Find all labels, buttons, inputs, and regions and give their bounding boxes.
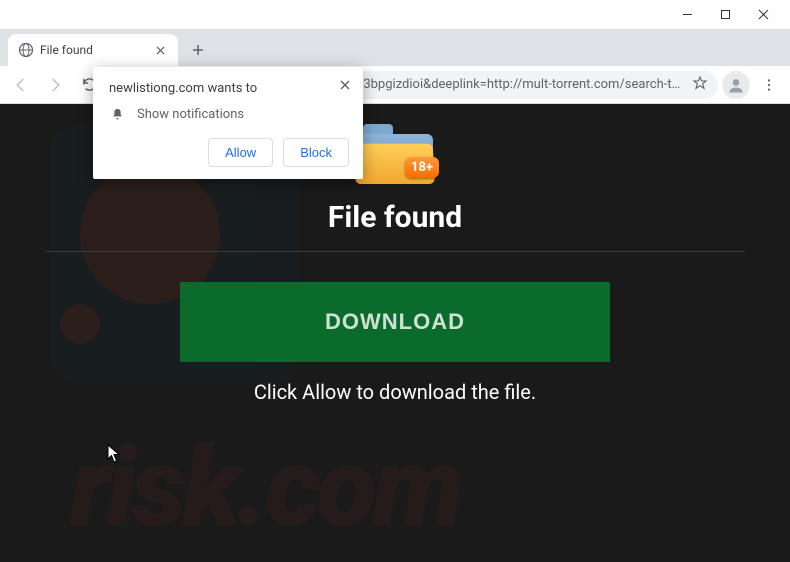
window-maximize-button[interactable] [706, 1, 744, 29]
profile-avatar-button[interactable] [722, 71, 750, 99]
kebab-menu-button[interactable] [754, 70, 784, 100]
bookmark-star-icon[interactable] [692, 75, 708, 95]
new-tab-button[interactable] [184, 36, 212, 64]
notification-permission-popup: newlistiong.com wants to Show notificati… [93, 67, 363, 179]
window-minimize-button[interactable] [668, 1, 706, 29]
tab-close-button[interactable] [152, 42, 168, 58]
browser-tab[interactable]: File found [8, 34, 178, 66]
window-close-button[interactable] [744, 1, 782, 29]
tab-strip: File found [0, 30, 790, 66]
mouse-cursor-icon [107, 444, 121, 464]
popup-actions: Allow Block [109, 138, 349, 167]
allow-button[interactable]: Allow [208, 138, 273, 167]
window-controls [668, 1, 782, 29]
watermark-text: risk.com [70, 423, 780, 552]
nav-back-button[interactable] [6, 70, 36, 100]
folder-icon: 18+ [355, 118, 435, 184]
bell-icon [109, 106, 125, 122]
tab-title: File found [40, 43, 146, 57]
globe-icon [18, 42, 34, 58]
divider [45, 251, 745, 252]
permission-row: Show notifications [109, 106, 349, 122]
nav-forward-button[interactable] [40, 70, 70, 100]
block-button[interactable]: Block [283, 138, 349, 167]
popup-close-button[interactable] [335, 75, 355, 95]
window-titlebar [0, 0, 790, 30]
popup-origin-text: newlistiong.com wants to [109, 81, 349, 96]
download-button[interactable]: DOWNLOAD [180, 282, 610, 362]
permission-label: Show notifications [137, 107, 244, 122]
folder-badge: 18+ [405, 157, 439, 178]
page-title: File found [328, 200, 462, 235]
instruction-text: Click Allow to download the file. [254, 380, 536, 404]
